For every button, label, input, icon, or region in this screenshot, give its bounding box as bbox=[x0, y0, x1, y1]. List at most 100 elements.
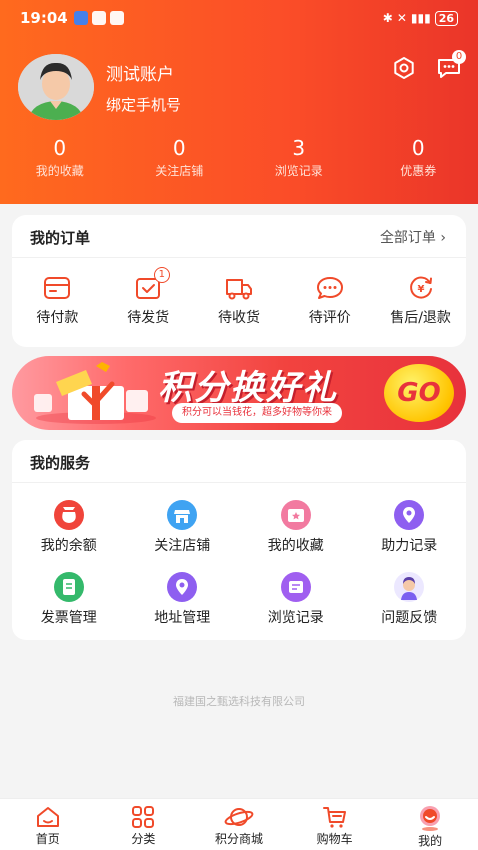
map-pin-icon bbox=[167, 572, 198, 602]
points-promo-banner[interactable]: 积分换好礼 积分可以当钱花，超多好物等你来 GO bbox=[12, 356, 466, 430]
company-footer: 福建国之甄选科技有限公司 bbox=[173, 695, 305, 708]
stat-value: 0 bbox=[411, 136, 425, 160]
bind-phone-link[interactable]: 绑定手机号 bbox=[106, 94, 181, 115]
order-pending-review[interactable]: 待评价 bbox=[284, 275, 375, 327]
tab-label: 首页 bbox=[35, 832, 60, 846]
bluetooth-icon: ✱ bbox=[382, 11, 393, 25]
stats-row: 0 我的收藏 0 关注店铺 3 浏览记录 0 优惠券 bbox=[0, 136, 478, 180]
bottom-tab-bar: 首页 分类 积分商城 购物车 我的 bbox=[0, 798, 478, 850]
message-badge: 0 bbox=[452, 50, 466, 64]
service-assist-records[interactable]: 助力记录 bbox=[353, 500, 467, 572]
money-bag-icon bbox=[53, 500, 84, 530]
service-followed-stores[interactable]: 关注店铺 bbox=[126, 500, 240, 572]
profile-header: 19:04 ✱ ✕ ▮▮▮ 26 测试账户 绑定手机号 0 0 我的收藏 0 关… bbox=[0, 0, 478, 204]
service-label: 我的收藏 bbox=[267, 538, 324, 554]
tab-label: 积分商城 bbox=[214, 832, 263, 846]
service-feedback[interactable]: 问题反馈 bbox=[353, 572, 467, 644]
store-icon bbox=[167, 500, 198, 530]
signal-icon: ▮▮▮ bbox=[410, 11, 431, 25]
tab-category[interactable]: 分类 bbox=[96, 799, 192, 850]
service-label: 问题反馈 bbox=[381, 610, 438, 626]
service-invoices[interactable]: 发票管理 bbox=[12, 572, 126, 644]
nfc-icon bbox=[91, 11, 106, 25]
banner-go-button[interactable]: GO bbox=[384, 364, 454, 422]
stat-value: 0 bbox=[172, 136, 186, 160]
order-pending-payment[interactable]: 待付款 bbox=[12, 275, 103, 327]
stat-followed-stores[interactable]: 0 关注店铺 bbox=[120, 136, 240, 180]
stat-label: 优惠券 bbox=[400, 164, 437, 178]
services-card: 我的服务 我的余额 关注店铺 我的收藏 助力记录 发票管理 地址管理 浏览记录 … bbox=[12, 440, 466, 640]
service-label: 助力记录 bbox=[381, 538, 438, 554]
order-label: 待评价 bbox=[308, 310, 351, 326]
stat-value: 3 bbox=[292, 136, 306, 160]
services-grid: 我的余额 关注店铺 我的收藏 助力记录 发票管理 地址管理 浏览记录 问题反馈 bbox=[12, 500, 466, 644]
cart-icon bbox=[322, 807, 346, 828]
services-title: 我的服务 bbox=[30, 454, 91, 472]
stat-label: 我的收藏 bbox=[35, 164, 84, 178]
star-folder-icon bbox=[280, 500, 311, 530]
status-right: ✱ ✕ ▮▮▮ 26 bbox=[382, 10, 458, 26]
divider bbox=[12, 257, 466, 258]
banner-subtitle: 积分可以当钱花，超多好物等你来 bbox=[172, 403, 342, 423]
avatar[interactable] bbox=[18, 54, 94, 120]
status-bar: 19:04 ✱ ✕ ▮▮▮ 26 bbox=[0, 0, 478, 36]
gift-box-icon bbox=[34, 362, 156, 424]
avatar-image bbox=[18, 54, 94, 120]
tab-home[interactable]: 首页 bbox=[0, 799, 96, 850]
mute-icon: ✕ bbox=[396, 11, 407, 25]
truck-icon bbox=[225, 279, 252, 300]
app-notification-icon bbox=[109, 11, 124, 25]
invoice-icon bbox=[53, 572, 84, 602]
profile-icon bbox=[420, 806, 441, 831]
wallet-icon bbox=[44, 277, 71, 299]
divider bbox=[12, 482, 466, 483]
service-label: 发票管理 bbox=[40, 610, 97, 626]
settings-icon[interactable] bbox=[392, 56, 416, 80]
tab-label: 购物车 bbox=[316, 832, 353, 846]
service-browse-history[interactable]: 浏览记录 bbox=[239, 572, 353, 644]
status-time: 19:04 bbox=[20, 9, 68, 27]
stat-coupons[interactable]: 0 优惠券 bbox=[359, 136, 478, 180]
service-label: 浏览记录 bbox=[267, 610, 324, 626]
banner-title: 积分换好礼 bbox=[158, 368, 338, 408]
home-icon bbox=[36, 807, 59, 827]
battery-icon: 26 bbox=[434, 10, 458, 26]
service-addresses[interactable]: 地址管理 bbox=[126, 572, 240, 644]
order-after-sales[interactable]: ¥ 售后/退款 bbox=[375, 275, 466, 327]
orders-card: 我的订单 全部订单 › 待付款 1 待发货 待收货 待评价 ¥ 售后/退款 bbox=[12, 215, 466, 347]
username[interactable]: 测试账户 bbox=[106, 60, 174, 85]
tab-points-mall[interactable]: 积分商城 bbox=[191, 799, 287, 850]
order-badge: 1 bbox=[153, 267, 170, 283]
notification-icon bbox=[73, 11, 88, 25]
stat-favorites[interactable]: 0 我的收藏 bbox=[0, 136, 120, 180]
order-label: 待付款 bbox=[36, 310, 79, 326]
service-label: 我的余额 bbox=[40, 538, 97, 554]
location-pin-icon bbox=[394, 500, 425, 530]
stat-label: 浏览记录 bbox=[274, 164, 323, 178]
service-balance[interactable]: 我的余额 bbox=[12, 500, 126, 572]
category-icon bbox=[132, 806, 155, 828]
order-label: 待收货 bbox=[217, 310, 260, 326]
stat-value: 0 bbox=[53, 136, 67, 160]
order-label: 待发货 bbox=[127, 310, 170, 326]
tab-cart[interactable]: 购物车 bbox=[287, 799, 383, 850]
all-orders-link[interactable]: 全部订单 › bbox=[380, 227, 446, 247]
planet-icon bbox=[224, 808, 254, 826]
order-pending-receipt[interactable]: 待收货 bbox=[194, 275, 285, 327]
tab-label: 我的 bbox=[418, 834, 443, 848]
service-favorites[interactable]: 我的收藏 bbox=[239, 500, 353, 572]
stat-browse-history[interactable]: 3 浏览记录 bbox=[239, 136, 359, 180]
service-label: 地址管理 bbox=[154, 610, 211, 626]
order-label: 售后/退款 bbox=[390, 310, 451, 326]
comment-icon bbox=[316, 277, 343, 299]
order-pending-shipment[interactable]: 1 待发货 bbox=[103, 267, 194, 327]
order-status-row: 待付款 1 待发货 待收货 待评价 ¥ 售后/退款 bbox=[12, 267, 466, 327]
refund-icon: ¥ bbox=[409, 276, 432, 299]
svg-text:¥: ¥ bbox=[417, 284, 424, 295]
service-label: 关注店铺 bbox=[154, 538, 211, 554]
tab-profile[interactable]: 我的 bbox=[382, 799, 478, 850]
history-icon bbox=[280, 572, 311, 602]
orders-title: 我的订单 bbox=[30, 229, 91, 247]
stat-label: 关注店铺 bbox=[155, 164, 204, 178]
support-agent-icon bbox=[394, 572, 425, 602]
